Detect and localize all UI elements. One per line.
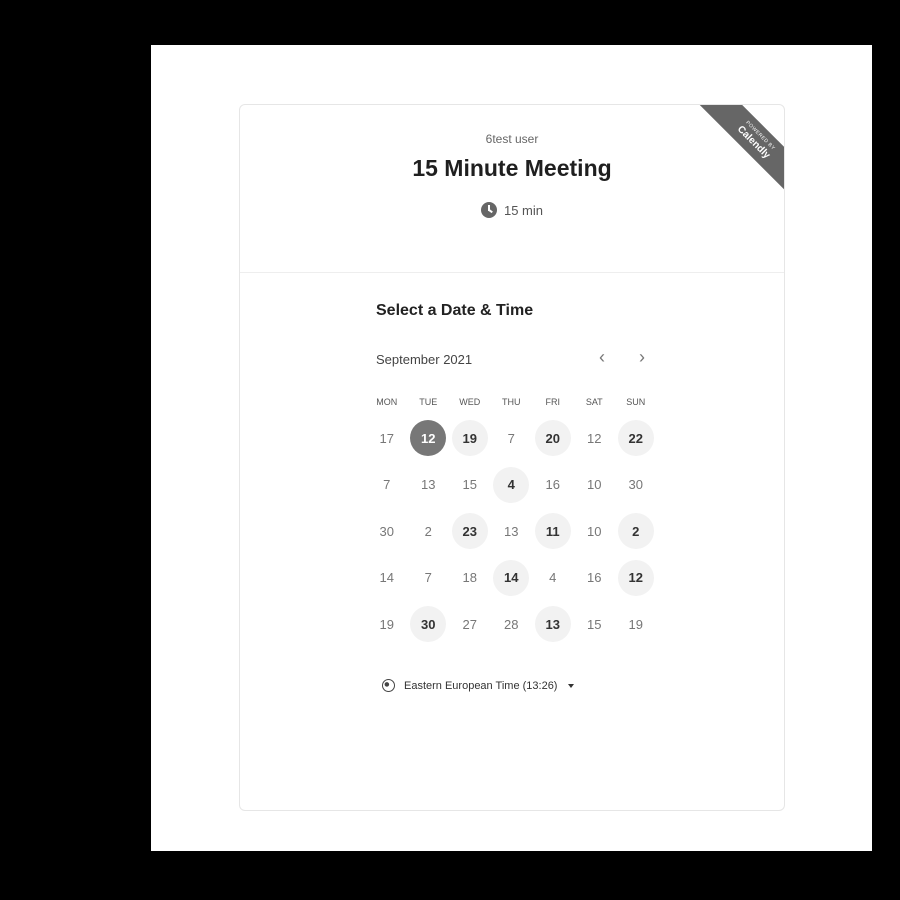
calendar-cell: 23 — [449, 508, 491, 555]
unavailable-date: 7 — [383, 477, 391, 493]
calendar-cell: 30 — [408, 601, 450, 648]
next-month-button[interactable]: › — [632, 347, 652, 367]
month-label: September 2021 — [376, 352, 473, 367]
calendar-cell: 19 — [366, 601, 408, 648]
dropdown-caret-icon — [568, 683, 575, 688]
unavailable-date: 15 — [462, 477, 477, 493]
available-date-button[interactable]: 11 — [534, 513, 571, 550]
calendar-cell: 19 — [449, 415, 491, 462]
calendar-cell: 22 — [615, 415, 657, 462]
calendar-cell: 20 — [532, 415, 574, 462]
timezone-selector[interactable]: Eastern European Time (13:26) — [382, 679, 575, 692]
weekday-label: SAT — [585, 397, 603, 407]
organizer-name: 6test user — [485, 132, 539, 146]
unavailable-date: 28 — [504, 616, 519, 632]
event-header: 6test user 15 Minute Meeting 15 min — [240, 105, 784, 273]
globe-icon — [382, 679, 395, 692]
calendar-cell: 13 — [408, 462, 450, 509]
weekday-label: SUN — [626, 397, 646, 407]
calendar-cell: 13 — [532, 601, 574, 648]
calendar-cell: 19 — [615, 601, 657, 648]
calendar-cell: 15 — [449, 462, 491, 509]
calendar-cell: 10 — [574, 508, 616, 555]
calendar-cell: 7 — [491, 415, 533, 462]
event-duration: 15 min — [240, 202, 784, 218]
calendar-cell: 30 — [615, 462, 657, 509]
unavailable-date: 12 — [587, 430, 602, 446]
calendar-cell: 7 — [366, 462, 408, 509]
clock-icon — [480, 202, 497, 218]
unavailable-date: 18 — [462, 570, 477, 586]
unavailable-date: 30 — [379, 523, 394, 539]
weekday-label: MON — [376, 397, 398, 407]
available-date-button[interactable]: 22 — [617, 420, 654, 457]
calendar-cell: 17 — [366, 415, 408, 462]
calendar-cell: 28 — [491, 601, 533, 648]
unavailable-date: 16 — [587, 570, 602, 586]
unavailable-date: 19 — [379, 616, 394, 632]
calendar-cell: 4 — [491, 462, 533, 509]
weekday-label: THU — [502, 397, 521, 407]
calendar-cell: 7 — [408, 555, 450, 602]
available-date-button[interactable]: 30 — [410, 606, 447, 643]
unavailable-date: 10 — [587, 477, 602, 493]
unavailable-date: 27 — [462, 616, 477, 632]
unavailable-date: 13 — [504, 523, 519, 539]
weekday-label: FRI — [545, 397, 561, 407]
section-title: Select a Date & Time — [376, 302, 534, 319]
calendar-cell: 14 — [366, 555, 408, 602]
unavailable-date: 7 — [424, 570, 432, 586]
booking-card: POWERED BY Calendly 6test user 15 Minute… — [239, 104, 785, 811]
calendar-cell: 14 — [491, 555, 533, 602]
calendar-cell: 15 — [574, 601, 616, 648]
calendar-cell: 2 — [615, 508, 657, 555]
unavailable-date: 19 — [628, 616, 643, 632]
unavailable-date: 14 — [379, 570, 394, 586]
duration-label: 15 min — [503, 202, 544, 218]
available-date-button[interactable]: 2 — [617, 513, 654, 550]
previous-month-button[interactable]: ‹ — [592, 347, 612, 367]
unavailable-date: 16 — [545, 477, 560, 493]
unavailable-date: 30 — [628, 477, 643, 493]
calendar-grid: 17 12 19 7 20 12 22 7 13 15 4 16 10 30 30 2 23 13 11 10 2 14 7… — [366, 415, 656, 648]
unavailable-date: 10 — [587, 523, 602, 539]
calendar-cell: 13 — [491, 508, 533, 555]
calendar-cell: 12 — [408, 415, 450, 462]
calendar-cell: 12 — [615, 555, 657, 602]
available-date-button[interactable]: 20 — [534, 420, 571, 457]
unavailable-date: 17 — [379, 430, 394, 446]
available-date-button[interactable]: 14 — [493, 559, 530, 596]
selected-date-button[interactable]: 12 — [410, 420, 447, 457]
available-date-button[interactable]: 13 — [534, 606, 571, 643]
available-date-button[interactable]: 23 — [451, 513, 488, 550]
available-date-button[interactable]: 19 — [451, 420, 488, 457]
available-date-button[interactable]: 4 — [493, 466, 530, 503]
unavailable-date: 4 — [549, 570, 557, 586]
calendar-cell: 30 — [366, 508, 408, 555]
calendar-cell: 27 — [449, 601, 491, 648]
available-date-button[interactable]: 12 — [617, 559, 654, 596]
weekday-header: MON TUE WED THU FRI SAT SUN — [366, 397, 656, 407]
unavailable-date: 7 — [507, 430, 515, 446]
event-title: 15 Minute Meeting — [412, 155, 612, 181]
calendar-cell: 16 — [574, 555, 616, 602]
calendar-cell: 16 — [532, 462, 574, 509]
calendar-cell: 10 — [574, 462, 616, 509]
page-background: POWERED BY Calendly 6test user 15 Minute… — [151, 45, 872, 851]
weekday-label: WED — [459, 397, 481, 407]
weekday-label: TUE — [419, 397, 438, 407]
timezone-label: Eastern European Time (13:26) — [404, 679, 558, 692]
calendar-cell: 4 — [532, 555, 574, 602]
unavailable-date: 2 — [424, 523, 432, 539]
calendar-cell: 12 — [574, 415, 616, 462]
unavailable-date: 13 — [421, 477, 436, 493]
calendar-cell: 18 — [449, 555, 491, 602]
calendar-cell: 11 — [532, 508, 574, 555]
calendar-cell: 2 — [408, 508, 450, 555]
unavailable-date: 15 — [587, 616, 602, 632]
